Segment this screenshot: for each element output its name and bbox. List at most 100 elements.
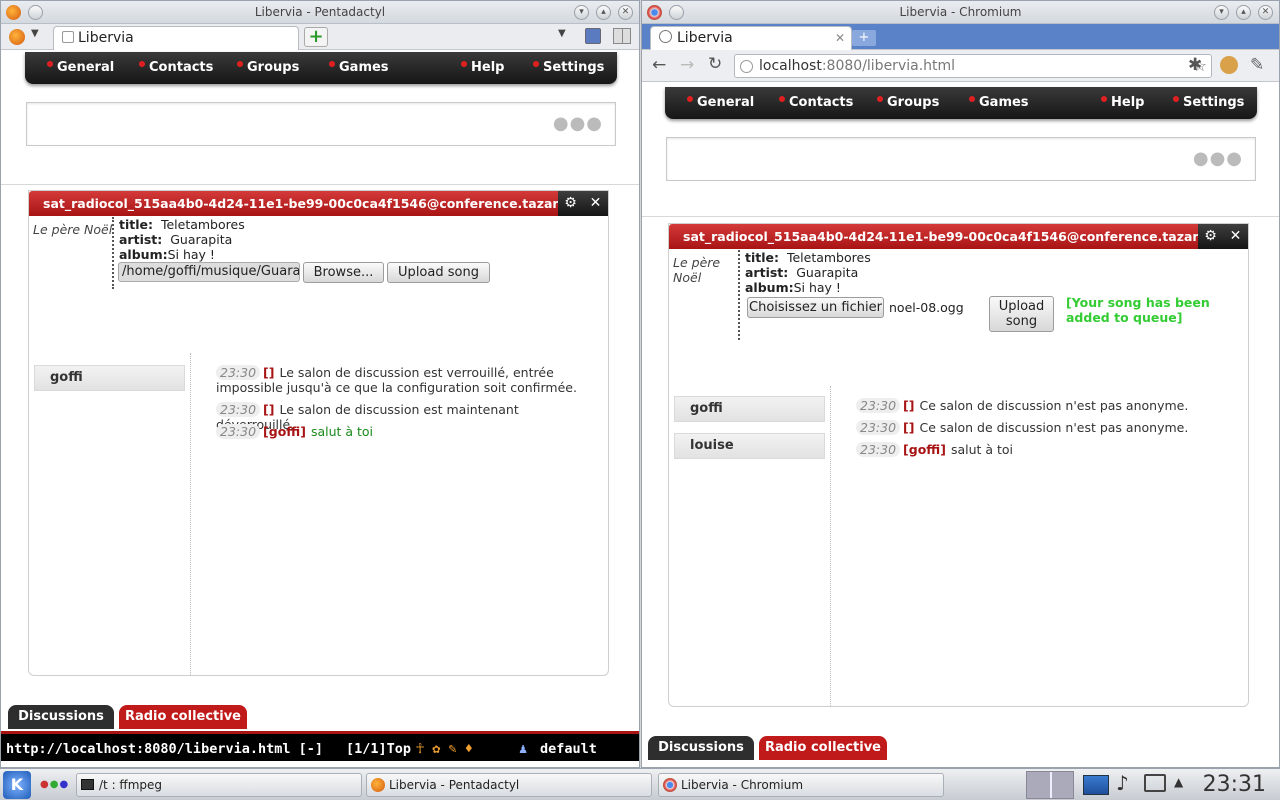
firefox-menu-icon[interactable]	[9, 29, 25, 45]
close-panel-button[interactable]: ✕	[1223, 224, 1248, 249]
tab-radio-collective[interactable]: Radio collective	[119, 705, 247, 729]
menu-games[interactable]: Games	[329, 52, 389, 84]
menu-help[interactable]: Help	[461, 52, 504, 84]
bookmark-icon[interactable]	[585, 28, 601, 44]
user-louise[interactable]: louise	[674, 433, 825, 459]
file-path-input[interactable]: /home/goffi/musique/Guara	[118, 262, 300, 282]
bug-icon[interactable]: ✱	[1188, 55, 1202, 75]
cookie-icon[interactable]	[1220, 56, 1238, 74]
status-profile: default	[540, 741, 597, 757]
left-radiocol-panel: sat_radiocol_515aa4b0-4d24-11e1-be99-00c…	[28, 190, 609, 676]
minimize-icon[interactable]: ▾	[1214, 5, 1229, 20]
close-icon[interactable]: ✕	[618, 5, 633, 20]
screen-icon[interactable]	[1083, 775, 1109, 795]
menu-general[interactable]: General	[687, 87, 754, 119]
minimize-icon[interactable]: ▾	[574, 5, 589, 20]
chat-message: 23:30 [goffi] salut à toi	[216, 424, 600, 439]
right-navbar: ← → ↻ localhost:8080/libervia.html ☆ ✱ ✎	[642, 50, 1279, 82]
choose-file-button[interactable]: Choisissez un fichier	[747, 297, 884, 318]
tab-discussions[interactable]: Discussions	[8, 705, 114, 729]
song-album: Si hay !	[167, 247, 215, 262]
firefox-icon	[6, 5, 21, 20]
dots-icon: ●●●	[552, 113, 603, 134]
user-list: goffi louise	[669, 386, 831, 706]
page-icon	[62, 31, 74, 43]
clock: 23:31	[1202, 772, 1266, 797]
pentadactyl-window: Libervia - Pentadactyl ▾ ▴ ✕ ▼ Libervia …	[0, 0, 640, 768]
close-panel-button[interactable]: ✕	[583, 191, 608, 216]
menu-groups[interactable]: Groups	[877, 87, 939, 119]
pager-icon[interactable]	[1026, 771, 1074, 799]
menu-dot-icon[interactable]	[28, 5, 43, 20]
chat-message: 23:30[] Ce salon de discussion n'est pas …	[856, 398, 1240, 413]
upload-song-button[interactable]: Upload song	[989, 296, 1054, 332]
radio-owner: Le père Noël	[33, 222, 113, 237]
maximize-icon[interactable]: ▴	[1236, 5, 1251, 20]
song-title: Teletambores	[160, 217, 245, 232]
tab-list-icon[interactable]: ▼	[558, 28, 566, 39]
forward-icon[interactable]: →	[680, 55, 694, 75]
menu-games[interactable]: Games	[969, 87, 1029, 119]
status-url: http://localhost:8080/libervia.html [-]	[6, 741, 323, 757]
settings-gear-button[interactable]: ⚙	[558, 191, 583, 216]
close-icon[interactable]: ✕	[1258, 5, 1273, 20]
page-icon	[740, 60, 753, 73]
menu-contacts[interactable]: Contacts	[139, 52, 213, 84]
expand-tray-icon[interactable]: ▲	[1174, 775, 1183, 789]
task-terminal[interactable]: /t : ffmpeg	[76, 773, 362, 797]
network-icon[interactable]	[1144, 774, 1166, 792]
panel-title: sat_radiocol_515aa4b0-4d24-11e1-be99-00c…	[669, 224, 1248, 249]
maximize-icon[interactable]: ▴	[596, 5, 611, 20]
wrench-icon[interactable]: ✎	[1250, 55, 1264, 75]
user-icon: ♟	[519, 741, 528, 757]
dots-icon: ●●●	[1192, 148, 1243, 169]
upload-song-button[interactable]: Upload song	[387, 262, 490, 283]
new-tab-button[interactable]: +	[304, 27, 328, 47]
reload-icon[interactable]: ↻	[708, 54, 722, 74]
menu-settings[interactable]: Settings	[533, 52, 604, 84]
left-message-editor[interactable]: ●●●	[26, 102, 616, 146]
user-goffi[interactable]: goffi	[34, 365, 185, 391]
volume-icon[interactable]: ♪	[1116, 771, 1129, 795]
song-metadata: title: Teletambores artist: Guarapita al…	[738, 250, 968, 340]
menu-help[interactable]: Help	[1101, 87, 1144, 119]
close-tab-icon[interactable]: ✕	[835, 27, 845, 49]
address-bar[interactable]: localhost:8080/libervia.html ☆	[734, 54, 1212, 78]
task-pentadactyl[interactable]: Libervia - Pentadactyl	[366, 773, 652, 797]
browse-button[interactable]: Browse...	[303, 262, 384, 283]
user-goffi[interactable]: goffi	[674, 396, 825, 422]
back-icon[interactable]: ←	[652, 55, 666, 75]
user-list: goffi	[29, 353, 191, 675]
tab-libervia[interactable]: Libervia	[53, 26, 299, 50]
tab-radio-collective[interactable]: Radio collective	[759, 736, 887, 760]
pentadactyl-statusline: http://localhost:8080/libervia.html [-] …	[1, 731, 639, 761]
chromium-icon	[647, 5, 662, 20]
right-message-editor[interactable]: ●●●	[666, 137, 1256, 181]
new-tab-button[interactable]: +	[852, 30, 876, 46]
menu-dot-icon[interactable]	[669, 5, 684, 20]
left-separator	[1, 184, 639, 185]
chosen-file-name: noel-08.ogg	[889, 300, 964, 315]
tab-groups-icon[interactable]	[613, 28, 631, 44]
menu-settings[interactable]: Settings	[1173, 87, 1244, 119]
right-window-title: Libervia - Chromium	[899, 5, 1022, 19]
tab-libervia[interactable]: Libervia ✕	[650, 26, 852, 50]
right-menubar: General Contacts Groups Games Help Setti…	[665, 87, 1257, 119]
dropdown-arrow-icon[interactable]: ▼	[31, 28, 39, 39]
addon-icons: ☥ ✿ ✎ ♦	[416, 741, 473, 757]
task-chromium[interactable]: Libervia - Chromium	[658, 773, 944, 797]
chromium-icon	[663, 778, 677, 792]
right-separator	[642, 216, 1279, 217]
kde-menu-icon[interactable]: K	[3, 771, 31, 799]
menu-contacts[interactable]: Contacts	[779, 87, 853, 119]
right-titlebar[interactable]: Libervia - Chromium ▾ ▴ ✕	[642, 1, 1279, 24]
left-titlebar[interactable]: Libervia - Pentadactyl ▾ ▴ ✕	[1, 1, 639, 24]
upload-status: [Your song has been added to queue]	[1066, 295, 1210, 325]
settings-gear-button[interactable]: ⚙	[1198, 224, 1223, 249]
menu-general[interactable]: General	[47, 52, 114, 84]
menu-groups[interactable]: Groups	[237, 52, 299, 84]
globe-icon	[659, 30, 672, 43]
taskbar: K ●●● /t : ffmpeg Libervia - Pentadactyl…	[0, 768, 1280, 800]
activities-icon[interactable]: ●●●	[40, 779, 69, 790]
tab-discussions[interactable]: Discussions	[648, 736, 754, 760]
